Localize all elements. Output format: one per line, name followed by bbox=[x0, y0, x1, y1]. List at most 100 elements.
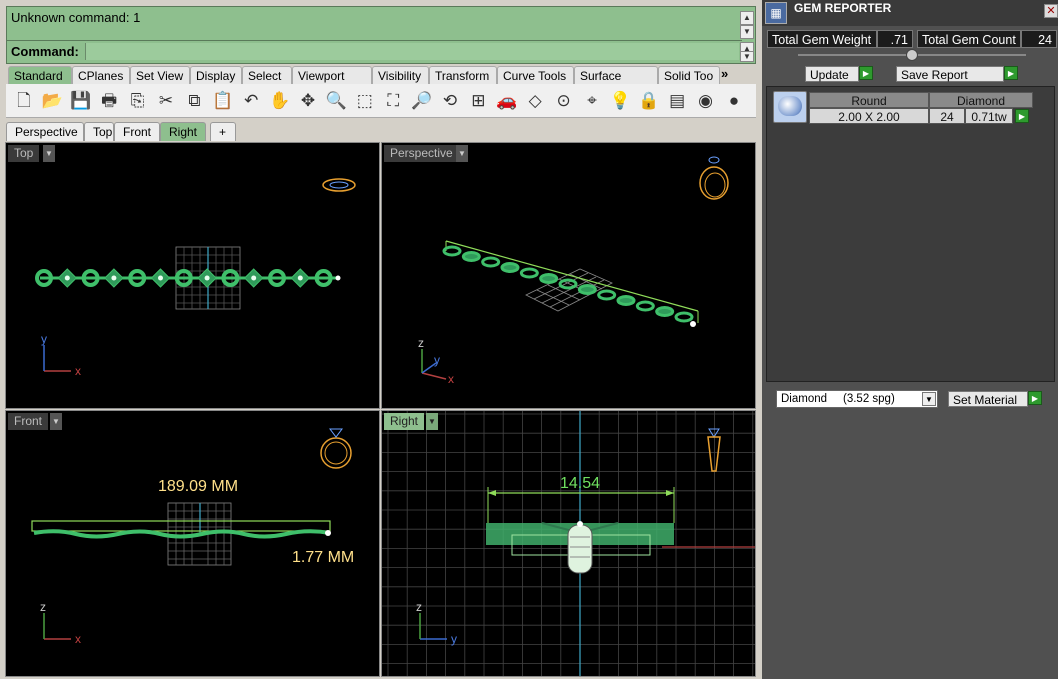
view-tab-front[interactable]: Front bbox=[114, 122, 160, 141]
axis-widget-top: x y bbox=[41, 332, 81, 378]
toolbar-tab-viewport-layout[interactable]: Viewport Layout bbox=[292, 66, 372, 97]
set-material-arrow-icon[interactable]: ▶ bbox=[1028, 391, 1042, 405]
car-object-icon[interactable]: 🚗 bbox=[495, 89, 519, 113]
round-diamond-icon bbox=[778, 96, 802, 116]
view-tab-top[interactable]: Top bbox=[84, 122, 114, 141]
cut-icon[interactable]: ✂ bbox=[154, 89, 178, 113]
viewport-perspective[interactable]: x y z Perspective ▼ bbox=[381, 142, 756, 409]
viewport-label-right[interactable]: Right bbox=[384, 413, 425, 430]
toolbar-tab-select[interactable]: Select bbox=[242, 66, 292, 84]
save-report-arrow-icon[interactable]: ▶ bbox=[1004, 66, 1018, 80]
gem-size-cell: 2.00 X 2.00 bbox=[809, 108, 929, 124]
chevron-down-icon[interactable]: ▼ bbox=[456, 145, 468, 162]
viewport-top[interactable]: x y Top ▼ bbox=[5, 142, 380, 409]
four-views-icon[interactable]: ⊞ bbox=[466, 89, 490, 113]
width-dimension-label: 14.54 bbox=[560, 475, 601, 492]
command-input[interactable] bbox=[85, 43, 739, 60]
lock-icon[interactable]: 🔒 bbox=[637, 89, 661, 113]
chain-link bbox=[674, 311, 694, 323]
viewport-label-perspective[interactable]: Perspective bbox=[384, 145, 459, 162]
viewport-front[interactable]: x z 189.09 MM 1.77 MM Front ▼ bbox=[5, 410, 380, 677]
color-wheel-icon[interactable]: ◉ bbox=[694, 89, 718, 113]
rotate-view-icon[interactable]: ✥ bbox=[296, 89, 320, 113]
svg-text:y: y bbox=[451, 632, 457, 646]
chain-link bbox=[655, 306, 675, 317]
view-tab-right[interactable]: Right bbox=[160, 122, 206, 141]
gem-slider-thumb[interactable] bbox=[906, 49, 918, 61]
toolbar-tab-transform[interactable]: Transform bbox=[429, 66, 497, 84]
chevron-down-icon[interactable]: ▼ bbox=[50, 413, 62, 430]
toolbar-tab-cplanes[interactable]: CPlanes bbox=[72, 66, 130, 84]
material-select[interactable]: Diamond (3.52 spg) ▼ bbox=[776, 390, 938, 408]
zoom-extents-icon[interactable]: ⛶ bbox=[381, 89, 405, 113]
top-view-canvas: x y bbox=[35, 178, 356, 378]
chain-link bbox=[461, 251, 481, 262]
close-icon[interactable]: ✕ bbox=[1044, 4, 1058, 18]
chain-link bbox=[539, 273, 559, 284]
chevron-down-icon[interactable]: ▼ bbox=[922, 392, 936, 406]
save-report-button[interactable]: Save Report bbox=[896, 66, 1004, 82]
scroll-up-icon[interactable]: ▲ bbox=[740, 11, 754, 25]
gem-stone bbox=[158, 275, 163, 281]
ring-preview-icon bbox=[699, 156, 729, 200]
command-line: Command: bbox=[7, 40, 742, 62]
copy-icon[interactable]: ⧉ bbox=[182, 89, 206, 113]
command-scroll-down-icon[interactable]: ▼ bbox=[740, 51, 754, 62]
gem-reporter-logo-icon: ▦ bbox=[765, 2, 787, 24]
standard-toolbar: 🗋 📂 💾 🖶 ⎘ ✂ ⧉ 📋 ↶ ✋ ✥ 🔍 ⬚ ⛶ 🔎 ⟲ ⊞ 🚗 ◇ ⊙ ⌖ 💡 🔒 ▤ ◉ ● bbox=[6, 84, 756, 118]
gem-thumbnail[interactable] bbox=[773, 91, 807, 123]
layer-icon[interactable]: ▤ bbox=[665, 89, 689, 113]
toolbar-tab-surface-tools[interactable]: Surface Tools bbox=[574, 66, 658, 97]
point-icon[interactable]: ⊙ bbox=[552, 89, 576, 113]
export-icon[interactable]: ⎘ bbox=[126, 89, 150, 113]
add-view-tab-icon[interactable]: + bbox=[210, 122, 236, 141]
pan-hand-icon[interactable]: ✋ bbox=[268, 89, 292, 113]
viewport-label-front[interactable]: Front bbox=[8, 413, 49, 430]
open-folder-icon[interactable]: 📂 bbox=[40, 89, 64, 113]
svg-text:z: z bbox=[416, 600, 422, 614]
toolbar-tab-curve-tools[interactable]: Curve Tools bbox=[497, 66, 574, 84]
gem-row-arrow-icon[interactable]: ▶ bbox=[1015, 109, 1029, 123]
save-icon[interactable]: 💾 bbox=[69, 89, 93, 113]
update-button[interactable]: Update bbox=[805, 66, 859, 82]
paste-icon[interactable]: 📋 bbox=[211, 89, 235, 113]
viewport-right[interactable]: y z 14.54 Right ▼ bbox=[381, 410, 756, 677]
viewport-label-top[interactable]: Top bbox=[8, 145, 40, 162]
toolbar-tab-solid-too[interactable]: Solid Too bbox=[658, 66, 720, 84]
toolbar-tab-visibility[interactable]: Visibility bbox=[372, 66, 429, 84]
toolbar-tab-set-view[interactable]: Set View bbox=[130, 66, 190, 84]
toolbar-tab-display[interactable]: Display bbox=[190, 66, 242, 84]
cplane-icon[interactable]: ◇ bbox=[523, 89, 547, 113]
clasp-end bbox=[690, 321, 696, 327]
set-material-button[interactable]: Set Material bbox=[948, 391, 1028, 407]
viewport-tab-bar: Perspective Top Front Right + bbox=[6, 122, 756, 141]
new-file-icon[interactable]: 🗋 bbox=[12, 89, 36, 113]
zoom-window-icon[interactable]: ⬚ bbox=[353, 89, 377, 113]
zoom-selected-icon[interactable]: 🔎 bbox=[410, 89, 434, 113]
update-arrow-icon[interactable]: ▶ bbox=[859, 66, 873, 80]
total-count-label: Total Gem Count bbox=[917, 30, 1021, 48]
zoom-icon[interactable]: 🔍 bbox=[324, 89, 348, 113]
total-weight-label: Total Gem Weight bbox=[767, 30, 877, 48]
chevron-down-icon[interactable]: ▼ bbox=[43, 145, 55, 162]
light-bulb-icon[interactable]: 💡 bbox=[608, 89, 632, 113]
axis-widget-right: y z bbox=[416, 600, 457, 646]
print-icon[interactable]: 🖶 bbox=[97, 89, 121, 113]
osnap-icon[interactable]: ⌖ bbox=[580, 89, 604, 113]
undo-view-icon[interactable]: ⟲ bbox=[438, 89, 462, 113]
scroll-down-icon[interactable]: ▼ bbox=[740, 25, 754, 39]
undo-icon[interactable]: ↶ bbox=[239, 89, 263, 113]
gem-reporter-panel: ▦ GEM REPORTER ✕ Total Gem Weight .71 To… bbox=[762, 0, 1058, 679]
render-sphere-icon[interactable]: ● bbox=[722, 89, 746, 113]
svg-text:z: z bbox=[418, 336, 424, 350]
total-count-value: 24 bbox=[1021, 30, 1057, 48]
thickness-dimension-label: 1.77 MM bbox=[292, 549, 355, 566]
chevron-down-icon[interactable]: ▼ bbox=[426, 413, 438, 430]
bracelet-chain-top bbox=[35, 268, 341, 288]
ring-preview-icon bbox=[320, 428, 352, 469]
toolbar-tab-standard[interactable]: Standard bbox=[8, 66, 72, 84]
svg-text:x: x bbox=[448, 372, 454, 386]
more-tabs-icon[interactable]: » bbox=[721, 66, 728, 81]
view-tab-perspective[interactable]: Perspective bbox=[6, 122, 84, 141]
gem-stone bbox=[251, 275, 257, 281]
